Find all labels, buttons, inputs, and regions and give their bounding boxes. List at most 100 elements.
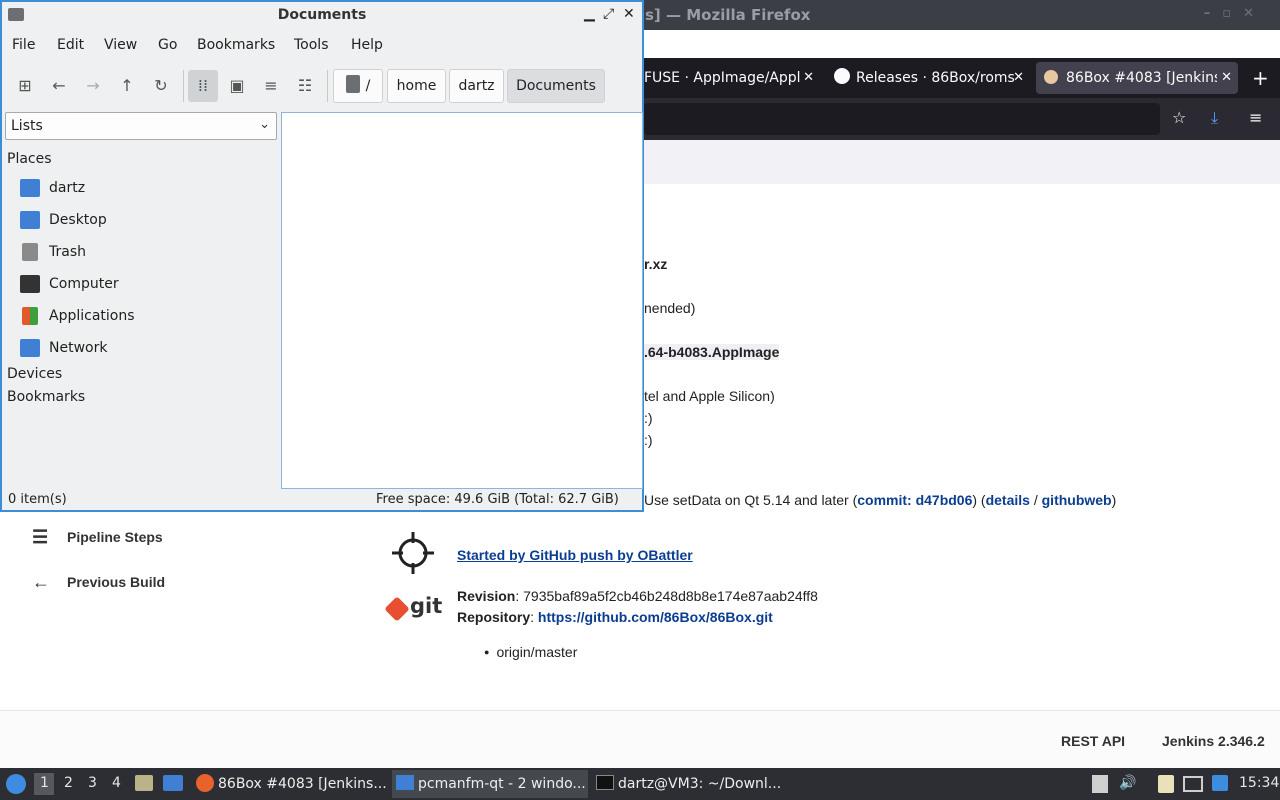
status-item-count: 0 item(s) [8,492,67,507]
bookmark-star-icon[interactable]: ☆ [1172,108,1186,127]
new-tab-button[interactable]: + [1252,62,1272,94]
commit-sep: ) ( [972,492,986,508]
menu-view[interactable]: View [104,37,137,53]
tray-arrow-icon[interactable] [1092,775,1108,793]
artifact-line[interactable]: r.xz [644,256,667,272]
menu-file[interactable]: File [12,37,35,53]
place-network[interactable]: Network [20,336,270,360]
commit-slash: / [1029,492,1042,508]
bookmarks-header[interactable]: Bookmarks [7,389,85,405]
side-pane-mode-value: Lists [11,118,43,134]
volume-icon[interactable]: 🔊 [1119,775,1136,791]
detailed-list-view-icon[interactable]: ☷ [290,70,320,102]
commit-end: ) [1111,492,1117,508]
place-label: Applications [49,308,135,324]
task-pcmanfm[interactable]: pcmanfm-qt - 2 windo... [392,770,588,798]
details-link[interactable]: details [986,492,1030,508]
file-manager-launcher-icon[interactable] [135,775,153,791]
file-manager-titlebar[interactable]: Documents ▁ ⤢ ✕ [2,2,642,30]
folder-view[interactable] [281,112,643,489]
workspace-4[interactable]: 4 [112,775,121,791]
back-icon[interactable]: ← [44,70,74,102]
thumbnail-view-icon[interactable]: ▣ [222,70,252,102]
status-bar: 0 item(s) Free space: 49.6 GiB (Total: 6… [2,490,642,510]
start-menu-icon[interactable] [6,774,26,794]
bullet-icon: ● [484,647,490,657]
place-desktop[interactable]: Desktop [20,208,270,232]
menu-edit[interactable]: Edit [57,37,84,53]
side-pane-mode-select[interactable]: Lists ⌄ [5,112,277,140]
network-tray-icon[interactable] [1183,776,1203,792]
menu-bookmarks[interactable]: Bookmarks [197,37,275,53]
clock: 15:34 [1239,775,1280,791]
artifact-line: tel and Apple Silicon) [644,388,775,404]
reload-icon[interactable]: ↻ [146,70,176,102]
repository-link[interactable]: https://github.com/86Box/86Box.git [538,609,773,625]
place-trash[interactable]: Trash [20,240,270,264]
commit-link[interactable]: commit: d47bd06 [857,492,972,508]
menu-go[interactable]: Go [158,37,177,53]
firefox-window-controls[interactable]: –▫✕ [1204,6,1266,21]
clipboard-icon[interactable] [1158,775,1174,793]
breadcrumb-home[interactable]: home [387,69,446,103]
workspace-2[interactable]: 2 [64,775,73,791]
update-notifier-icon[interactable] [1212,775,1228,791]
sidebar-item-pipeline-steps[interactable]: ☰ Pipeline Steps [30,524,250,550]
artifact-line: nended) [644,300,696,316]
toolbar-separator [183,70,184,102]
up-icon[interactable]: ↑ [112,70,142,102]
rest-api-link[interactable]: REST API [1061,733,1125,749]
menu-help[interactable]: Help [351,37,383,53]
taskbar: 1 2 3 4 86Box #4083 [Jenkins... pcmanfm-… [0,768,1280,800]
place-computer[interactable]: Computer [20,272,270,296]
downloads-icon[interactable]: ⤓ [1211,108,1218,128]
close-icon[interactable]: ✕ [1013,62,1024,94]
tab-label: FUSE · AppImage/Appl [644,70,801,86]
minimize-icon[interactable]: ▁ [584,6,595,22]
tab-jenkins[interactable]: 86Box #4083 [Jenkins ✕ [1036,62,1238,94]
compact-view-icon[interactable]: ≡ [256,70,286,102]
githubweb-link[interactable]: githubweb [1042,492,1112,508]
toolbar-separator [327,70,328,102]
breadcrumb-dartz[interactable]: dartz [449,69,504,103]
crosshair-icon [392,532,434,574]
file-manager-window: Documents ▁ ⤢ ✕ File Edit View Go Bookma… [0,0,644,512]
folder-icon [396,775,414,790]
home-folder-icon [20,179,40,197]
breadcrumb-root[interactable]: / [333,69,383,103]
revision-value: : 7935baf89a5f2cb46b248d8b8e174e87aab24f… [515,588,818,604]
menu-icon[interactable]: ≡ [1249,108,1262,127]
tab-fuse-appimage[interactable]: FUSE · AppImage/Appl ✕ [644,62,820,94]
network-icon [20,339,40,357]
status-free-space: Free space: 49.6 GiB (Total: 62.7 GiB) [376,492,619,507]
place-label: Desktop [49,212,107,228]
artifact-line[interactable]: .64-b4083.AppImage [644,344,780,360]
started-by-link[interactable]: Started by GitHub push by OBattler [457,547,693,563]
task-terminal[interactable]: dartz@VM3: ~/Downl... [592,770,788,798]
artifact-line: :) [644,432,653,448]
repository-colon: : [530,609,538,625]
maximize-icon[interactable]: ⤢ [603,6,614,22]
close-icon[interactable]: ✕ [1217,62,1232,94]
devices-header[interactable]: Devices [7,366,62,382]
close-icon[interactable]: ✕ [803,62,814,94]
places-header[interactable]: Places [7,151,52,167]
forward-icon[interactable]: → [78,70,108,102]
breadcrumb-documents[interactable]: Documents [507,69,605,103]
menu-tools[interactable]: Tools [294,37,329,53]
task-firefox[interactable]: 86Box #4083 [Jenkins... [192,770,390,798]
tab-releases[interactable]: Releases · 86Box/roms ✕ [834,62,1030,94]
git-logo-icon [384,596,410,622]
sidebar-item-previous-build[interactable]: ← Previous Build [30,569,250,595]
icon-view-icon[interactable]: ⁞⁞ [188,70,218,102]
new-tab-icon[interactable]: ⊞ [10,70,40,102]
workspace-1[interactable]: 1 [40,775,49,791]
show-desktop-icon[interactable] [163,775,183,791]
place-applications[interactable]: Applications [20,304,270,328]
jenkins-version-link[interactable]: Jenkins 2.346.2 [1162,733,1265,749]
menu-bar: File Edit View Go Bookmarks Tools Help [2,32,642,60]
url-bar[interactable] [644,103,1160,135]
close-icon[interactable]: ✕ [623,6,635,22]
workspace-3[interactable]: 3 [88,775,97,791]
place-dartz[interactable]: dartz [20,176,270,200]
